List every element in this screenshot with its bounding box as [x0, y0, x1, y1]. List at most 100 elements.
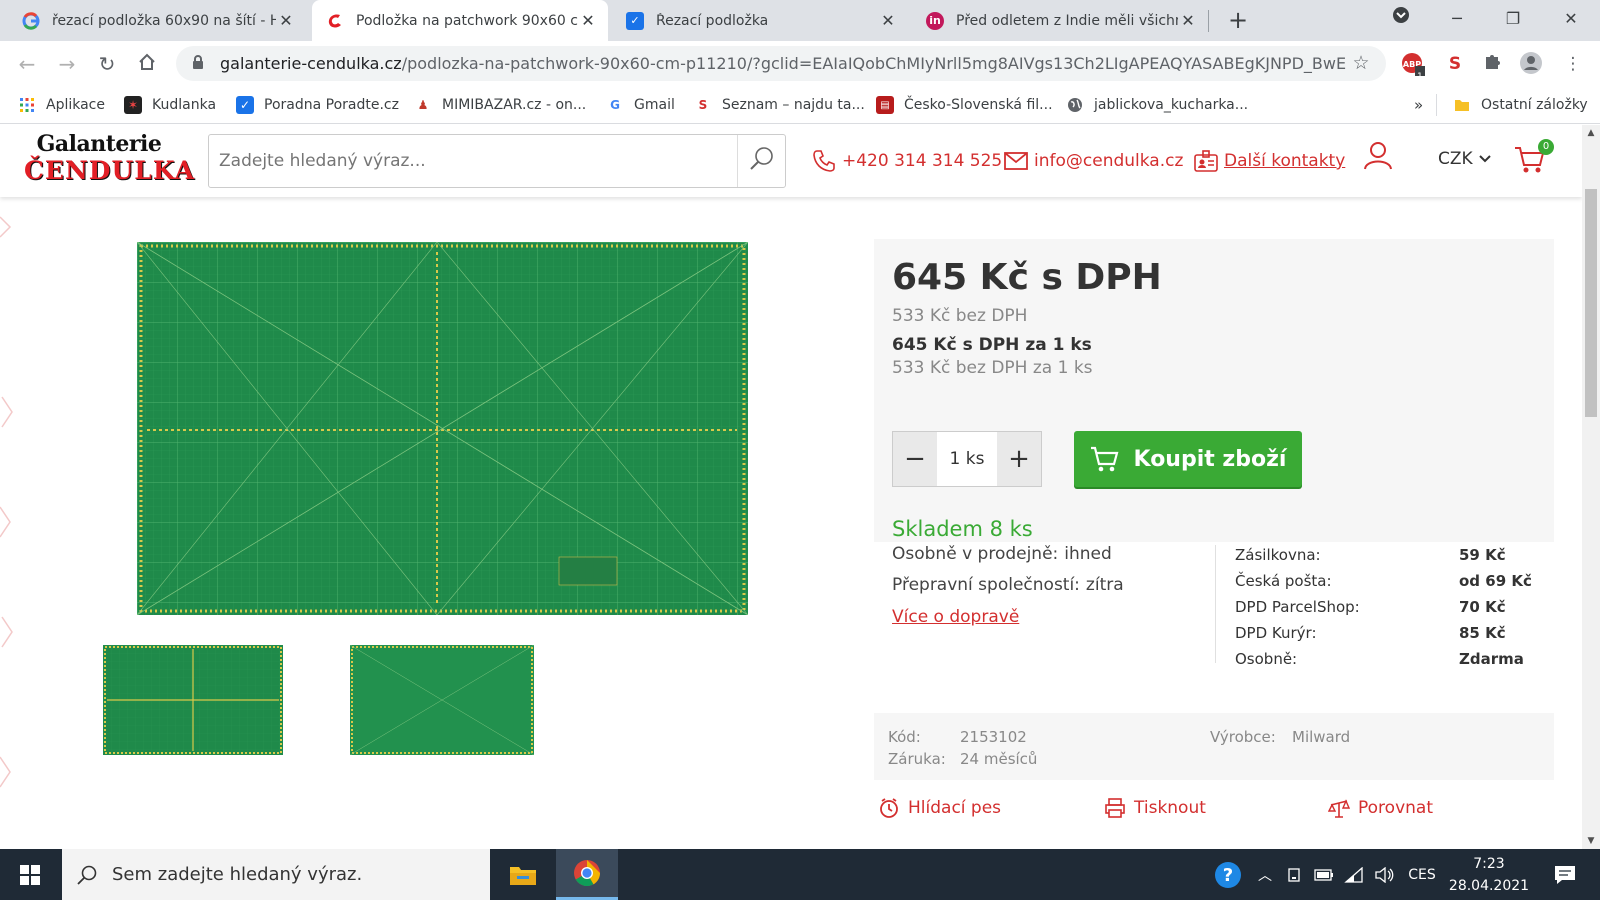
profile-avatar-icon[interactable]: [1518, 51, 1544, 77]
shipping-price: Zdarma: [1459, 650, 1524, 668]
tab-search-icon[interactable]: [1376, 0, 1426, 41]
checkbox-icon: ✓: [236, 96, 254, 114]
divider: [1215, 545, 1216, 663]
scrollbar-thumb[interactable]: [1585, 189, 1597, 417]
bookmark-apps[interactable]: Aplikace: [18, 86, 105, 124]
restore-icon[interactable]: ❐: [1488, 0, 1538, 41]
availability-store: Osobně v prodejně: ihned: [892, 544, 1112, 564]
back-icon[interactable]: ←: [10, 47, 44, 81]
menu-kebab-icon[interactable]: ⋮: [1560, 51, 1586, 77]
print-link[interactable]: Tisknout: [1104, 797, 1206, 819]
volume-icon[interactable]: [1370, 849, 1398, 900]
watchdog-icon: [878, 797, 900, 819]
scroll-up-icon[interactable]: ▲: [1582, 125, 1600, 141]
chevron-up-icon[interactable]: ︿: [1252, 849, 1278, 900]
page-scrollbar[interactable]: ▲ ▼: [1582, 125, 1600, 849]
bookmark-label: Kudlanka: [152, 97, 217, 113]
decrease-quantity-button[interactable]: −: [893, 432, 937, 486]
currency-select[interactable]: CZK: [1438, 149, 1492, 169]
print-label: Tisknout: [1134, 798, 1206, 818]
bookmark-label: MIMIBAZAR.cz - on...: [442, 97, 587, 113]
address-bar[interactable]: galanterie-cendulka.cz/podlozka-na-patch…: [176, 46, 1386, 81]
bookmark-label: Aplikace: [46, 97, 105, 113]
contact-card-icon: [1194, 150, 1218, 172]
email-link[interactable]: info@cendulka.cz: [1004, 147, 1183, 175]
shipping-method: Osobně:: [1235, 650, 1298, 668]
windows-start-icon[interactable]: [0, 849, 60, 900]
taskbar-clock[interactable]: 7:23 28.04.2021: [1446, 849, 1532, 900]
more-shipping-link[interactable]: Více o dopravě: [892, 607, 1019, 627]
bookmark-label: Seznam – najdu ta...: [722, 97, 865, 113]
bookmark-mimibazar[interactable]: ♟ MIMIBAZAR.cz - on...: [414, 86, 587, 124]
extensions-puzzle-icon[interactable]: [1480, 51, 1506, 77]
battery-icon[interactable]: [1310, 849, 1338, 900]
site-logo[interactable]: Galanterie ČENDULKA: [24, 131, 195, 189]
logo-line2: ČENDULKA: [24, 156, 195, 185]
phone-link[interactable]: +420 314 314 525: [812, 147, 1002, 175]
contacts-link[interactable]: Další kontakty: [1194, 147, 1345, 175]
taskbar-search[interactable]: Sem zadejte hledaný výraz.: [62, 849, 490, 900]
increase-quantity-button[interactable]: +: [997, 432, 1041, 486]
bookmark-jablickova[interactable]: jablickova_kucharka...: [1066, 86, 1248, 124]
adblock-icon[interactable]: ABP 1: [1400, 51, 1426, 82]
input-language[interactable]: CES: [1404, 849, 1440, 900]
help-icon[interactable]: ?: [1208, 849, 1248, 900]
site-search: [208, 134, 786, 188]
seznam-extension-icon[interactable]: S: [1442, 51, 1468, 77]
tab-rezaci[interactable]: ✓ Řezací podložka ✕: [612, 0, 908, 41]
close-icon[interactable]: ✕: [878, 11, 898, 30]
globe-icon: [1066, 96, 1084, 114]
compare-link[interactable]: Porovnat: [1328, 797, 1433, 819]
availability-carrier: Přepravní společností: zítra: [892, 575, 1124, 595]
close-icon[interactable]: ✕: [1178, 11, 1198, 30]
availability-label: Přepravní společností:: [892, 575, 1080, 595]
bookmark-seznam[interactable]: S Seznam – najdu ta...: [694, 86, 865, 124]
checkbox-icon: ✓: [626, 11, 644, 30]
product-thumbnail[interactable]: [103, 645, 283, 755]
shipping-method: DPD Kurýr:: [1235, 624, 1317, 642]
account-button[interactable]: [1362, 141, 1394, 171]
new-tab-button[interactable]: +: [1222, 4, 1254, 36]
quantity-input[interactable]: 1 ks: [937, 432, 997, 486]
windows-taskbar: Sem zadejte hledaný výraz. ? ︿ CES 7:23 …: [0, 849, 1600, 900]
bookmark-star-icon[interactable]: ☆: [1348, 50, 1374, 76]
tab-article[interactable]: in Před odletem z Indie měli všichni ✕: [912, 0, 1208, 41]
buy-button[interactable]: Koupit zboží: [1074, 431, 1302, 487]
url-host: galanterie-cendulka.cz: [220, 54, 402, 73]
chrome-taskbar-icon[interactable]: [556, 849, 618, 900]
forward-icon[interactable]: →: [50, 47, 84, 81]
search-icon: [748, 145, 776, 177]
tab-search[interactable]: řezací podložka 60x90 na šítí - Hl ✕: [8, 0, 306, 41]
other-bookmarks[interactable]: Ostatní záložky: [1436, 94, 1588, 116]
close-icon[interactable]: ✕: [276, 11, 296, 30]
browser-toolbar: ← → ↻ galanterie-cendulka.cz/podlozka-na…: [0, 41, 1600, 86]
google-icon: G: [610, 98, 620, 112]
bookmark-kudlanka[interactable]: ✶ Kudlanka: [124, 86, 216, 124]
code-value: 2153102: [960, 728, 1027, 746]
device-icon[interactable]: [1280, 849, 1308, 900]
window-close-icon[interactable]: ✕: [1546, 0, 1596, 41]
search-input[interactable]: [209, 135, 737, 187]
watchdog-link[interactable]: Hlídací pes: [878, 797, 1001, 819]
file-explorer-icon[interactable]: [492, 849, 554, 900]
bookmarks-overflow[interactable]: »: [1414, 86, 1423, 124]
close-icon[interactable]: ✕: [578, 11, 598, 30]
cart-button[interactable]: 0: [1514, 139, 1554, 179]
search-icon: [76, 864, 98, 886]
minimize-icon[interactable]: ─: [1432, 0, 1482, 41]
product-main-image[interactable]: [136, 241, 749, 616]
csfd-icon: ▤: [876, 96, 894, 114]
product-thumbnail[interactable]: [349, 644, 535, 756]
bookmark-poradna[interactable]: ✓ Poradna Poradte.cz: [236, 86, 399, 124]
notifications-icon[interactable]: [1540, 849, 1590, 900]
bookmark-csfd[interactable]: ▤ Česko-Slovenská fil...: [876, 86, 1053, 124]
wifi-icon[interactable]: [1340, 849, 1368, 900]
home-icon[interactable]: [130, 47, 164, 81]
scroll-down-icon[interactable]: ▼: [1582, 833, 1600, 849]
tab-product[interactable]: Podložka na patchwork 90x60 cm ✕: [312, 0, 608, 41]
bookmark-gmail[interactable]: G Gmail: [606, 86, 675, 124]
reload-icon[interactable]: ↻: [90, 47, 124, 81]
scales-icon: [1328, 797, 1350, 819]
search-button[interactable]: [737, 135, 785, 187]
tab-title: Řezací podložka: [656, 12, 769, 29]
